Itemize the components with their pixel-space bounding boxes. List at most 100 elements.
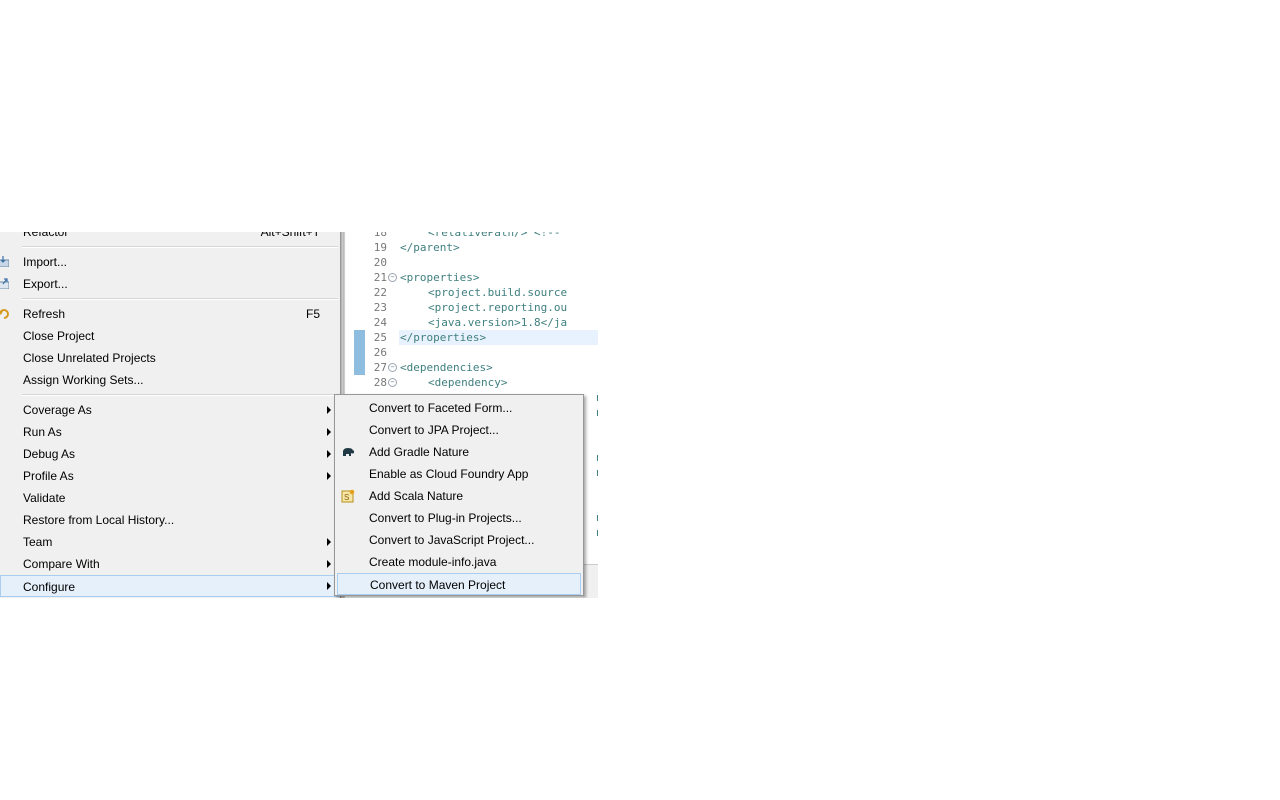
code-line: 20 xyxy=(343,255,598,270)
submenu-arrow-icon xyxy=(327,538,331,546)
menu-separator xyxy=(22,394,338,396)
menu-item-label: Debug As xyxy=(23,447,76,461)
menu-item-label: Restore from Local History... xyxy=(23,513,175,527)
submenu-arrow-icon xyxy=(327,406,331,414)
menu-item-label: Add Scala Nature xyxy=(369,489,464,503)
code-line: 21− <properties> xyxy=(343,270,598,285)
gradle-elephant-icon xyxy=(343,448,354,456)
menu-item-run-as[interactable]: Run As xyxy=(0,421,340,443)
code-text: <dependency> xyxy=(428,376,508,389)
menu-item-label: Team xyxy=(23,535,53,549)
menu-item-label: Enable as Cloud Foundry App xyxy=(369,467,529,481)
project-context-menu: Refactor Alt+Shift+T Import... Export... xyxy=(0,232,341,598)
menu-item-debug-as[interactable]: Debug As xyxy=(0,443,340,465)
fold-toggle-icon[interactable]: − xyxy=(388,273,397,282)
code-text: <relativePath/> <!-- xyxy=(428,232,561,239)
menu-item-label: Coverage As xyxy=(23,403,92,417)
line-number: 26 xyxy=(373,346,387,359)
menu-item-label: Refresh xyxy=(23,307,66,321)
menu-item-label: Refactor xyxy=(23,232,69,239)
code-text: </properties> xyxy=(399,330,598,345)
menu-item-team[interactable]: Team xyxy=(0,531,340,553)
code-line: 23 <project.reporting.ou xyxy=(343,300,598,315)
fold-toggle-icon[interactable]: − xyxy=(388,363,397,372)
svg-text:S: S xyxy=(344,493,349,502)
submenu-arrow-icon xyxy=(327,560,331,568)
submenu-arrow-icon xyxy=(327,472,331,480)
code-text: <project.reporting.ou xyxy=(428,301,568,314)
menu-item-import[interactable]: Import... xyxy=(0,251,340,273)
submenu-arrow-icon xyxy=(327,582,331,590)
code-line: 19 </parent> xyxy=(343,240,598,255)
line-number: 19 xyxy=(373,241,387,254)
line-number: 24 xyxy=(373,316,387,329)
menu-item-label: Create module-info.java xyxy=(369,555,497,569)
menu-item-accelerator: F5 xyxy=(305,307,320,321)
line-number: 22 xyxy=(373,286,387,299)
code-line: 27− <dependencies> xyxy=(343,360,598,375)
submenu-item-add-gradle-nature[interactable]: Add Gradle Nature xyxy=(335,441,583,463)
code-text: </parent> xyxy=(400,241,460,254)
line-number: 21 xyxy=(373,271,387,284)
menu-item-label: Export... xyxy=(23,277,68,291)
menu-item-label: Configure xyxy=(23,580,76,594)
submenu-item-convert-to-jpa-project[interactable]: Convert to JPA Project... xyxy=(335,419,583,441)
submenu-item-convert-to-maven-project[interactable]: Convert to Maven Project xyxy=(337,573,581,595)
menu-item-label: Import... xyxy=(23,255,68,269)
menu-item-label: Convert to Plug-in Projects... xyxy=(369,511,522,525)
code-line: 18 <relativePath/> <!-- xyxy=(343,232,598,240)
menu-item-validate[interactable]: Validate xyxy=(0,487,340,509)
menu-item-label: Convert to JavaScript Project... xyxy=(369,533,535,547)
menu-item-label: Validate xyxy=(23,491,66,505)
menu-item-coverage-as[interactable]: Coverage As xyxy=(0,399,340,421)
menu-item-label: Assign Working Sets... xyxy=(23,373,144,387)
menu-item-compare-with[interactable]: Compare With xyxy=(0,553,340,575)
menu-item-close-project[interactable]: Close Project xyxy=(0,325,340,347)
menu-separator xyxy=(22,298,338,300)
submenu-item-add-scala-nature[interactable]: S Add Scala Nature xyxy=(335,485,583,507)
export-icon xyxy=(0,278,9,289)
menu-item-label: Compare With xyxy=(23,557,100,571)
menu-item-assign-working-sets[interactable]: Assign Working Sets... xyxy=(0,369,340,391)
menu-item-configure[interactable]: Configure xyxy=(0,575,340,597)
import-icon xyxy=(0,256,9,267)
scala-icon: S xyxy=(341,489,355,503)
line-number: 23 xyxy=(373,301,387,314)
code-text: <project.build.source xyxy=(428,286,568,299)
code-text: <properties> xyxy=(400,271,480,284)
line-number: 25 xyxy=(373,331,387,344)
submenu-item-convert-to-faceted-form[interactable]: Convert to Faceted Form... xyxy=(335,397,583,419)
submenu-item-create-module-info[interactable]: Create module-info.java xyxy=(335,551,583,573)
code-text: <java.version>1.8</ja xyxy=(428,316,568,329)
menu-item-refresh[interactable]: Refresh F5 xyxy=(0,303,340,325)
code-text: <dependencies> xyxy=(400,361,493,374)
code-line: 28− <dependency> xyxy=(343,375,598,390)
menu-item-restore-from-local-history[interactable]: Restore from Local History... xyxy=(0,509,340,531)
menu-item-label: Add Gradle Nature xyxy=(369,445,470,459)
menu-item-export[interactable]: Export... xyxy=(0,273,340,295)
menu-item-label: Close Unrelated Projects xyxy=(23,351,156,365)
configure-submenu: Convert to Faceted Form... Convert to JP… xyxy=(334,394,584,596)
menu-item-label: Close Project xyxy=(23,329,95,343)
menu-item-close-unrelated-projects[interactable]: Close Unrelated Projects xyxy=(0,347,340,369)
menu-item-profile-as[interactable]: Profile As xyxy=(0,465,340,487)
screenshot-region: 18 <relativePath/> <!-- 19 </parent> 20 21− <p… xyxy=(0,232,598,598)
line-number: 28 xyxy=(373,376,387,389)
refresh-icon xyxy=(0,309,9,319)
menu-item-label: Convert to JPA Project... xyxy=(369,423,499,437)
menu-item-accelerator: Alt+Shift+T xyxy=(260,232,320,239)
submenu-arrow-icon xyxy=(327,428,331,436)
line-number: 20 xyxy=(373,256,387,269)
submenu-item-convert-to-plug-in-projects[interactable]: Convert to Plug-in Projects... xyxy=(335,507,583,529)
submenu-arrow-icon xyxy=(327,450,331,458)
menu-item-refactor[interactable]: Refactor Alt+Shift+T xyxy=(0,232,340,243)
fold-toggle-icon[interactable]: − xyxy=(388,378,397,387)
submenu-item-convert-to-javascript-project[interactable]: Convert to JavaScript Project... xyxy=(335,529,583,551)
editor-scroll-corner xyxy=(583,564,598,598)
code-line: 25 </properties> xyxy=(343,330,598,345)
menu-separator xyxy=(22,246,338,248)
submenu-item-enable-as-cloud-foundry-app[interactable]: Enable as Cloud Foundry App xyxy=(335,463,583,485)
code-line: 26 xyxy=(343,345,598,360)
line-number: 27 xyxy=(373,361,387,374)
menu-item-label: Run As xyxy=(23,425,62,439)
